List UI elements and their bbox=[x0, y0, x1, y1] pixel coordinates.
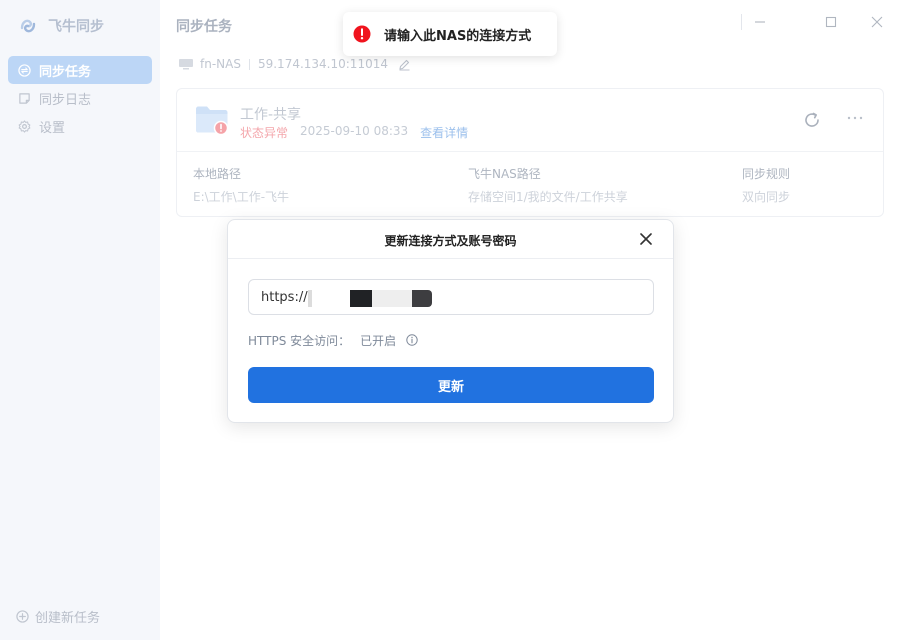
device-info: fn-NAS 59.174.134.10:11014 bbox=[178, 54, 411, 74]
more-options-button[interactable] bbox=[843, 109, 867, 129]
https-status-row: HTTPS 安全访问： 已开启 bbox=[248, 332, 418, 348]
edit-icon[interactable] bbox=[398, 58, 411, 71]
nas-path-value: 存储空间1/我的文件/工作共享 bbox=[468, 190, 628, 204]
https-value: 已开启 bbox=[360, 333, 397, 348]
gear-icon bbox=[18, 119, 31, 133]
task-timestamp: 2025-09-10 08:33 bbox=[300, 124, 409, 138]
dialog-title: 更新连接方式及账号密码 bbox=[384, 234, 517, 248]
redaction-mark bbox=[350, 290, 372, 307]
update-connection-dialog: 更新连接方式及账号密码 HTTPS 安全访问： 已开启 更新 bbox=[227, 219, 674, 423]
sidebar-item-label: 同步日志 bbox=[39, 92, 92, 108]
app-logo-icon bbox=[20, 19, 36, 33]
sidebar: 飞牛同步 同步任务 同步日志 设置 创建新任务 bbox=[0, 0, 160, 640]
create-task-button[interactable]: 创建新任务 bbox=[16, 605, 100, 627]
close-icon bbox=[871, 16, 883, 28]
info-icon[interactable] bbox=[406, 334, 418, 346]
page-title: 同步任务 bbox=[176, 19, 232, 35]
update-button[interactable]: 更新 bbox=[248, 367, 654, 403]
status-badge: 状态异常 bbox=[240, 126, 289, 140]
sync-icon bbox=[18, 63, 31, 77]
redaction-mark bbox=[412, 290, 432, 307]
sidebar-nav: 同步任务 同步日志 设置 bbox=[8, 56, 152, 140]
minimize-icon bbox=[755, 21, 765, 23]
sidebar-item-settings[interactable]: 设置 bbox=[8, 112, 152, 140]
redaction-mark bbox=[372, 290, 412, 307]
error-toast: 请输入此NAS的连接方式 bbox=[343, 12, 557, 56]
sync-rule-value: 双向同步 bbox=[742, 190, 791, 204]
nas-path-label: 飞牛NAS路径 bbox=[468, 167, 541, 181]
redaction-mark bbox=[308, 290, 312, 307]
minimize-button[interactable] bbox=[750, 12, 770, 32]
sync-rule-section: 同步规则 双向同步 bbox=[742, 165, 790, 205]
local-path-value: E:\工作\工作-飞牛 bbox=[193, 190, 290, 204]
task-card[interactable]: 工作-共享 状态异常 2025-09-10 08:33 查看详情 本地路径 E:… bbox=[176, 88, 884, 217]
plus-circle-icon bbox=[16, 609, 29, 623]
maximize-button[interactable] bbox=[821, 12, 841, 32]
dialog-header: 更新连接方式及账号密码 bbox=[228, 220, 673, 259]
task-name: 工作-共享 bbox=[240, 107, 302, 123]
create-task-label: 创建新任务 bbox=[35, 610, 101, 626]
sidebar-item-label: 同步任务 bbox=[39, 64, 92, 80]
sidebar-item-label: 设置 bbox=[39, 120, 66, 136]
window-close-button[interactable] bbox=[867, 12, 887, 32]
toast-message: 请输入此NAS的连接方式 bbox=[384, 28, 532, 44]
task-card-header: 工作-共享 状态异常 2025-09-10 08:33 查看详情 bbox=[177, 89, 883, 152]
dialog-close-button[interactable] bbox=[637, 230, 655, 248]
refresh-icon[interactable] bbox=[802, 110, 822, 130]
sync-rule-label: 同步规则 bbox=[742, 167, 791, 181]
app-name: 飞牛同步 bbox=[48, 19, 104, 35]
window-controls-divider bbox=[741, 14, 742, 30]
maximize-icon bbox=[825, 16, 837, 28]
computer-icon bbox=[179, 59, 193, 70]
local-path-label: 本地路径 bbox=[193, 167, 242, 181]
more-icon bbox=[847, 116, 863, 120]
device-name: fn-NAS bbox=[200, 57, 241, 71]
view-details-link[interactable]: 查看详情 bbox=[420, 124, 468, 141]
log-icon bbox=[19, 92, 30, 104]
device-divider bbox=[248, 58, 250, 70]
device-address: 59.174.134.10:11014 bbox=[257, 57, 388, 71]
sidebar-item-sync-log[interactable]: 同步日志 bbox=[8, 84, 152, 112]
https-label: HTTPS 安全访问： bbox=[248, 333, 351, 348]
error-icon bbox=[353, 25, 371, 43]
folder-icon bbox=[196, 106, 229, 135]
app-brand: 飞牛同步 bbox=[18, 14, 104, 38]
sidebar-item-sync-tasks[interactable]: 同步任务 bbox=[8, 56, 152, 84]
task-meta: 状态异常 2025-09-10 08:33 查看详情 bbox=[240, 124, 468, 141]
nas-path-section: 飞牛NAS路径 存储空间1/我的文件/工作共享 bbox=[468, 165, 628, 205]
local-path-section: 本地路径 E:\工作\工作-飞牛 bbox=[193, 165, 289, 205]
close-icon bbox=[640, 233, 652, 245]
